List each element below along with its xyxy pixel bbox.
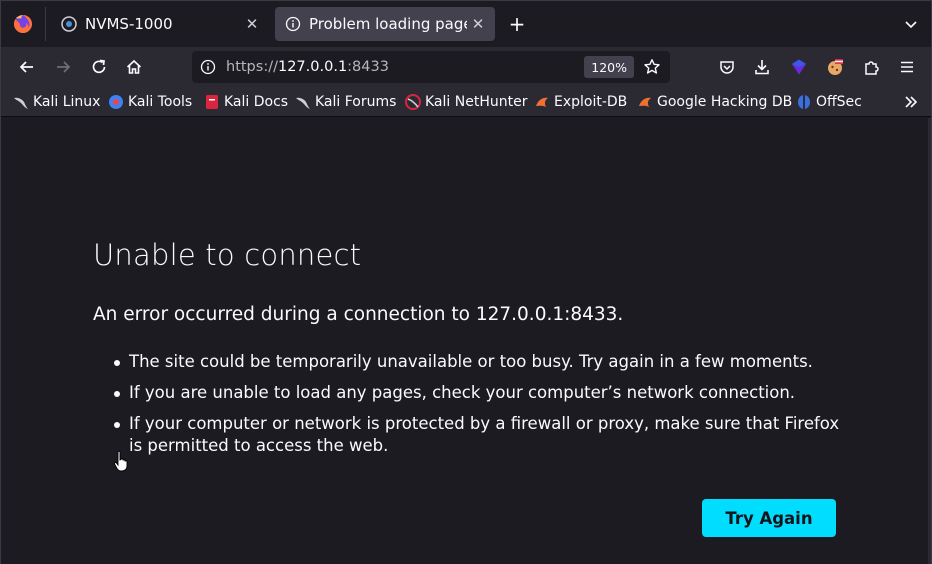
url-text[interactable]: https://127.0.0.1:8433 [226, 59, 584, 75]
reload-icon[interactable] [85, 53, 113, 81]
scrollbar[interactable] [928, 118, 931, 564]
browser-window: NVMS-1000 ✕ Problem loading page ✕ + htt… [0, 0, 932, 564]
bookmark-google-hacking-db[interactable]: Google Hacking DB [637, 91, 792, 113]
address-bar[interactable]: https://127.0.0.1:8433 120% [192, 51, 670, 83]
bookmark-label: Kali Linux [33, 94, 101, 110]
list-all-tabs-chevron-down-icon[interactable] [899, 12, 923, 36]
bookmark-label: Kali Tools [128, 94, 193, 110]
bookmark-kali-docs[interactable]: Kali Docs [204, 91, 288, 113]
hand-cursor-icon [113, 450, 129, 472]
menu-hamburger-icon[interactable] [893, 53, 921, 81]
pocket-icon[interactable] [713, 53, 741, 81]
tab-close-icon[interactable]: ✕ [241, 13, 263, 35]
extensions-puzzle-icon[interactable] [857, 53, 885, 81]
bookmarks-overflow-chevron-icon[interactable] [899, 91, 923, 113]
bookmark-offsec[interactable]: OffSec [796, 91, 862, 113]
bookmark-kali-nethunter[interactable]: Kali NetHunter [405, 91, 527, 113]
bookmark-label: OffSec [816, 94, 862, 110]
bookmark-label: Exploit-DB [554, 94, 628, 110]
error-page: Unable to connect An error occurred duri… [1, 118, 931, 564]
back-arrow-icon[interactable] [13, 53, 41, 81]
url-port: :8433 [347, 59, 389, 75]
home-icon[interactable] [120, 53, 148, 81]
bookmark-label: Kali Forums [315, 94, 397, 110]
tab-title: Problem loading page [309, 15, 467, 33]
bookmark-label: Kali NetHunter [425, 94, 528, 110]
url-host: 127.0.0.1 [277, 59, 348, 75]
tab-nvms[interactable]: NVMS-1000 ✕ [51, 7, 269, 41]
bookmark-exploit-db[interactable]: Exploit-DB [534, 91, 627, 113]
extension-cube-icon[interactable] [785, 53, 813, 81]
info-icon [285, 16, 301, 32]
offsec-icon [796, 94, 812, 110]
bookmark-kali-forums[interactable]: Kali Forums [295, 91, 396, 113]
forward-arrow-icon[interactable] [49, 53, 77, 81]
kali-docs-icon [204, 94, 220, 110]
bookmarks-toolbar: Kali Linux Kali Tools Kali Docs Kali For… [1, 87, 931, 117]
exploit-db-icon [637, 94, 653, 110]
kali-dragon-icon [295, 94, 311, 110]
error-suggestions: The site could be temporarily unavailabl… [111, 351, 841, 466]
navigation-toolbar: https://127.0.0.1:8433 120% [1, 47, 931, 87]
error-description: An error occurred during a connection to… [93, 304, 624, 325]
tab-close-icon[interactable]: ✕ [467, 13, 489, 35]
extension-cookie-icon[interactable] [821, 53, 849, 81]
try-again-button[interactable]: Try Again [702, 499, 836, 537]
firefox-logo-icon[interactable] [9, 10, 37, 38]
tab-strip: NVMS-1000 ✕ Problem loading page ✕ + [1, 1, 931, 47]
list-item: The site could be temporarily unavailabl… [111, 351, 841, 373]
error-title: Unable to connect [93, 238, 362, 272]
bookmark-kali-tools[interactable]: Kali Tools [108, 91, 192, 113]
nethunter-icon [405, 94, 421, 110]
downloads-icon[interactable] [748, 53, 776, 81]
kali-tools-icon [108, 94, 124, 110]
new-tab-button[interactable]: + [505, 12, 529, 36]
tab-separator [45, 7, 46, 41]
tab-problem-loading[interactable]: Problem loading page ✕ [275, 7, 495, 41]
exploit-db-icon [534, 94, 550, 110]
site-info-icon[interactable] [200, 59, 216, 75]
list-item: If you are unable to load any pages, che… [111, 382, 841, 404]
camera-favicon-icon [61, 16, 77, 32]
bookmark-label: Google Hacking DB [657, 94, 793, 110]
bookmark-label: Kali Docs [224, 94, 289, 110]
url-scheme: https:// [226, 59, 278, 75]
zoom-level-button[interactable]: 120% [584, 56, 634, 78]
kali-dragon-icon [13, 94, 29, 110]
bookmark-kali-linux[interactable]: Kali Linux [13, 91, 100, 113]
tab-title: NVMS-1000 [85, 15, 173, 33]
list-item: If your computer or network is protected… [111, 413, 841, 457]
bookmark-star-icon[interactable] [642, 57, 662, 77]
